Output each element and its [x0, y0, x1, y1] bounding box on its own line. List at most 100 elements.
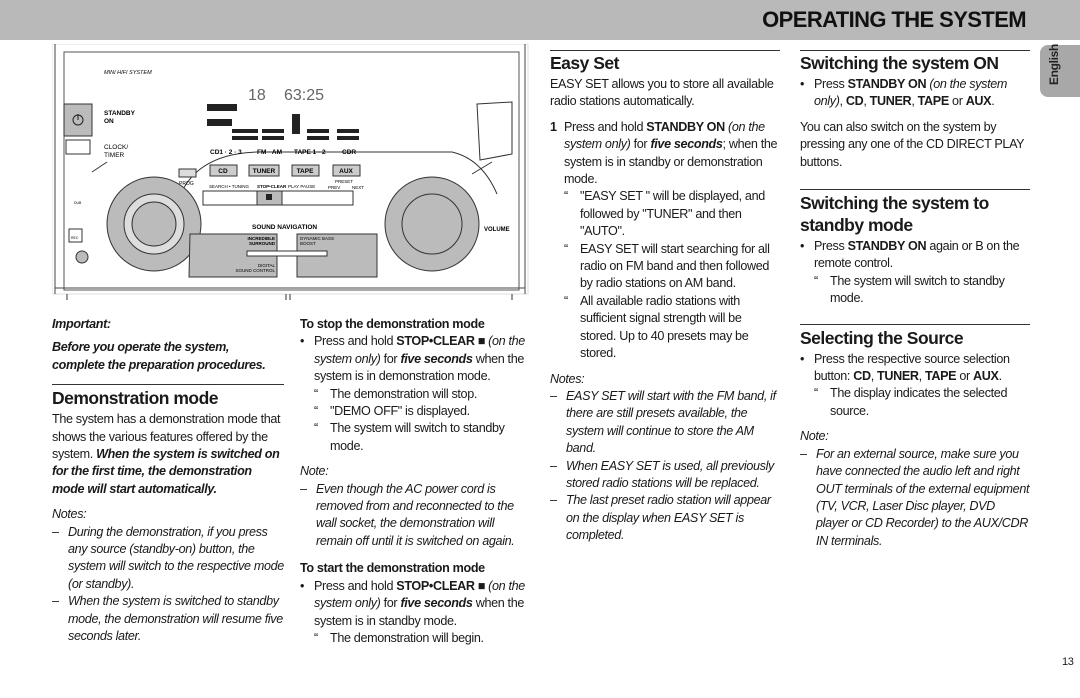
switch-on-bullet: • Press STANDBY ON (on the system only), …	[800, 76, 1030, 111]
list-marker: “	[314, 386, 318, 401]
list-marker: “	[314, 630, 318, 645]
standby-heading: Switching the system to standby mode	[800, 193, 989, 236]
text-run: The display indicates the selected sourc…	[830, 386, 1008, 418]
start-demo-title: To start the demonstration mode	[300, 561, 485, 576]
list-marker: “	[814, 386, 818, 401]
dub-label: DUB	[74, 201, 82, 205]
text-run: Even though the AC power cord is removed…	[316, 481, 515, 548]
note-item: – During the demonstration, if you press …	[52, 524, 284, 594]
important-label: Important:	[52, 316, 284, 333]
note-item: – EASY SET will start with the FM band, i…	[550, 388, 780, 458]
text-run: TAPE	[924, 369, 957, 384]
fm-am-label: FM · AM	[257, 149, 282, 156]
text-run: CD	[845, 94, 864, 109]
result-item: “ The display indicates the selected sour…	[800, 385, 1030, 420]
stop-demo-title: To stop the demonstration mode	[300, 317, 485, 331]
stop-clear-label: STOP•CLEAR	[257, 184, 287, 189]
boost-label: BOOST	[300, 241, 316, 246]
display-time: 63:25	[284, 87, 324, 104]
result-item: “ The demonstration will begin.	[300, 630, 532, 647]
text-run: for	[630, 137, 651, 152]
easy-set-paragraph: EASY SET allows you to store all availab…	[550, 76, 780, 111]
standby-label: STANDBY	[104, 110, 136, 117]
left-jog-dial	[106, 176, 202, 272]
display-track: 18	[248, 87, 266, 104]
list-marker: –	[550, 493, 557, 508]
text-run: or	[956, 369, 974, 384]
note-item: – When the system is switched to standby …	[52, 593, 284, 645]
column-4: Switching the system ON • Press STANDBY O…	[800, 50, 1030, 550]
tape-button: TAPE	[297, 168, 315, 175]
language-label: English	[1047, 44, 1061, 85]
text-run: When the system is switched to standby m…	[68, 594, 283, 644]
text-run: Press	[814, 77, 848, 91]
text-run: for	[380, 596, 401, 611]
text-run: The system will switch to standby mode.	[330, 421, 505, 453]
result-item: “ The system will switch to standby mode.	[300, 420, 532, 455]
search-tuning-label: SEARCH • TUNING	[209, 184, 249, 189]
page-number: 13	[1062, 656, 1074, 668]
text-run: EASY SET will start with the FM band, if…	[566, 388, 776, 456]
text-run: "DEMO OFF" is displayed.	[330, 404, 470, 419]
text-run: STANDBY ON	[847, 239, 927, 254]
demonstration-heading: Demonstration mode	[52, 388, 219, 409]
list-marker: •	[800, 351, 805, 366]
sound-navigation-label: SOUND NAVIGATION	[252, 224, 317, 231]
clock-label: CLOCK/	[104, 144, 128, 151]
text-run: EASY SET will start searching for all ra…	[580, 241, 770, 291]
list-marker: “	[564, 241, 568, 256]
text-run: The demonstration will begin.	[330, 630, 484, 645]
note-item: – For an external source, make sure you h…	[800, 446, 1030, 550]
text-run: EASY SET allows you to store all availab…	[550, 77, 774, 109]
text-run: five seconds	[400, 351, 473, 366]
result-item: “ All available radio stations with suffi…	[550, 293, 780, 363]
list-marker: –	[52, 594, 59, 609]
headphone-jack	[75, 250, 89, 264]
text-run: Before you operate the system, complete …	[52, 340, 266, 372]
text-run: Press and hold	[564, 119, 647, 134]
device-front-panel-illustration: MINI HIFI SYSTEM STANDBY ON CLOCK/ TIMER…	[52, 44, 529, 300]
list-marker: –	[550, 388, 557, 403]
list-marker: “	[314, 404, 318, 419]
text-run: five seconds	[650, 137, 723, 152]
tuner-button: TUNER	[253, 168, 276, 175]
text-run: .	[991, 94, 995, 109]
easy-set-heading: Easy Set	[550, 53, 619, 73]
text-run: All available radio stations with suffic…	[580, 293, 749, 361]
text-run: .	[998, 369, 1003, 384]
demonstration-paragraph: The system has a demonstration mode that…	[52, 411, 284, 498]
note-item: – The last preset radio station will appe…	[550, 492, 780, 544]
text-run: AUX	[973, 369, 999, 384]
next-label: NEXT	[352, 185, 364, 190]
on-label: ON	[104, 118, 114, 125]
text-run: or	[948, 94, 966, 109]
stop-demo-bullet: • Press and hold STOP•CLEAR ■ (on the sys…	[300, 333, 532, 385]
header-band: OPERATING THE SYSTEM	[0, 0, 1080, 40]
cdr-label: CDR	[342, 149, 356, 156]
text-run: For an external source, make sure you ha…	[816, 446, 1030, 548]
column-1: Important: Before you operate the system…	[52, 316, 284, 646]
text-run: STANDBY ON	[847, 77, 927, 91]
list-marker: 1	[550, 119, 557, 134]
language-tab: English	[1040, 44, 1080, 97]
list-marker: •	[300, 334, 305, 349]
aux-button: AUX	[339, 168, 353, 175]
result-item: “ The system will switch to standby mode.	[800, 273, 1030, 308]
list-marker: “	[564, 189, 568, 204]
cd-disc-label: CD1 · 2 · 3	[210, 149, 242, 156]
notes-label: Notes:	[52, 507, 87, 522]
sound-navigation-panel	[188, 233, 378, 278]
list-marker: “	[814, 273, 818, 288]
text-run: STOP•CLEAR ■	[396, 578, 486, 593]
list-marker: –	[52, 524, 59, 539]
lcd-display: 18 63:25	[207, 87, 359, 140]
text-run: The last preset radio station will appea…	[566, 493, 771, 543]
source-bullet: • Press the respective source selection b…	[800, 351, 1030, 386]
text-run: AUX	[965, 94, 992, 109]
text-run: Press and hold	[314, 334, 397, 349]
volume-label: VOLUME	[484, 227, 510, 233]
switch-on-paragraph: You can also switch on the system by pre…	[800, 119, 1030, 171]
list-marker: –	[550, 458, 557, 473]
result-item: “ "EASY SET " will be displayed, and foll…	[550, 188, 780, 240]
text-run: Press	[814, 239, 848, 254]
